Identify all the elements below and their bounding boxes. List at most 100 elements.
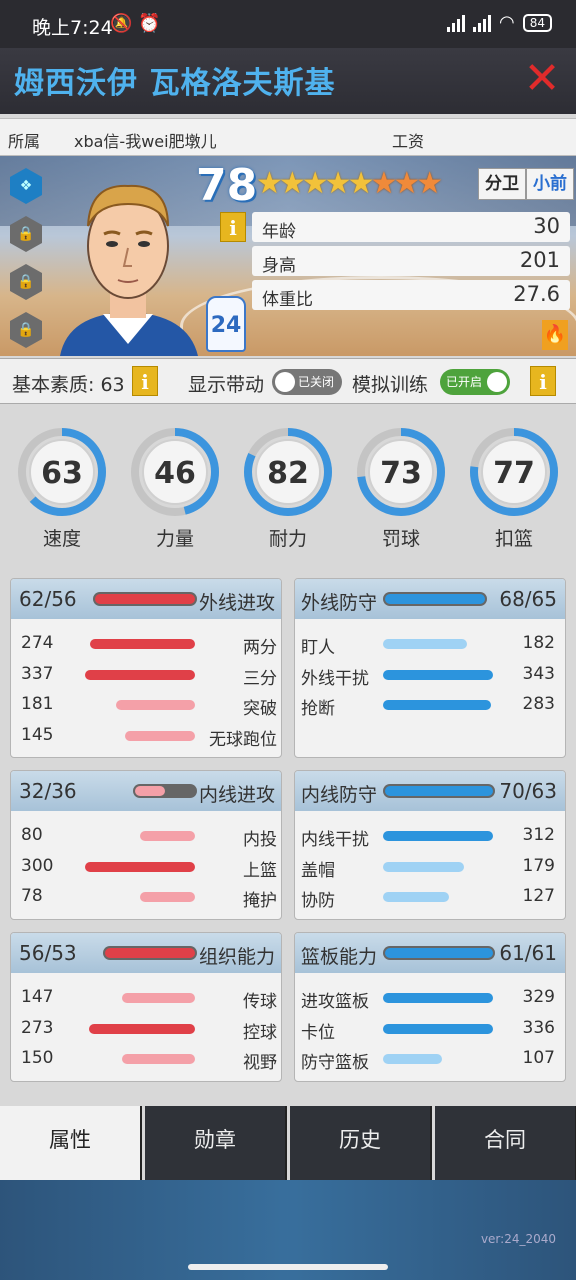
attribute-label: 控球 bbox=[243, 1022, 277, 1043]
active-badge-icon[interactable]: ❖ bbox=[10, 168, 42, 204]
gauge-label: 扣篮 bbox=[494, 528, 533, 550]
attribute-value: 336 bbox=[522, 1017, 555, 1038]
panel-header-fill bbox=[135, 786, 165, 796]
attribute-label: 防守篮板 bbox=[301, 1053, 369, 1073]
attribute-label: 传球 bbox=[243, 992, 277, 1012]
star-rating: ★★★★★★★★ bbox=[256, 166, 443, 201]
attribute-value: 273 bbox=[21, 1017, 54, 1038]
attribute-bar bbox=[140, 831, 195, 841]
lock-icon[interactable]: 🔒 bbox=[10, 264, 42, 300]
panel-name: 篮板能力 bbox=[301, 946, 378, 968]
position-secondary-button[interactable]: 小前 bbox=[526, 168, 574, 200]
battery-icon: 84 bbox=[522, 13, 552, 32]
attribute-bar bbox=[383, 892, 449, 902]
panel-header-fill bbox=[385, 594, 485, 604]
panel-score: 70/63 bbox=[499, 779, 557, 803]
panel-outside-offense: 62/56 外线进攻 274 两分 337 三分 181 突破 145 无球跑位 bbox=[10, 578, 282, 758]
attribute-bar bbox=[85, 861, 195, 872]
attribute-row: 336 卡位 bbox=[295, 1014, 565, 1044]
attribute-bar bbox=[383, 669, 493, 680]
attribute-row: 312 内线干扰 bbox=[295, 821, 565, 851]
attribute-label: 无球跑位 bbox=[209, 729, 277, 750]
panel-header-bar bbox=[383, 592, 487, 606]
attribute-row: 337 三分 bbox=[11, 660, 281, 690]
gesture-bar[interactable] bbox=[188, 1264, 388, 1270]
gauge-strength: 46 力量 bbox=[129, 426, 221, 551]
panel-name: 外线进攻 bbox=[198, 592, 275, 614]
sim-training-toggle[interactable]: 已开启 bbox=[440, 369, 510, 395]
attribute-value: 127 bbox=[522, 886, 555, 906]
attribute-bar bbox=[125, 730, 195, 741]
status-icons-left: 🔕⏰ bbox=[110, 13, 167, 34]
player-card: ❖ 🔒 🔒 🔒 78 ★★★★★★★★ 分卫 小前 i 年龄 30 身高 201… bbox=[0, 156, 576, 356]
player-info-icon[interactable]: i bbox=[220, 212, 246, 242]
version-label: ver:24_2040 bbox=[480, 1232, 556, 1246]
fire-icon[interactable]: 🔥 bbox=[542, 320, 568, 350]
attribute-bar bbox=[89, 1023, 195, 1034]
panel-header-bar bbox=[383, 946, 495, 960]
attribute-bar bbox=[122, 1054, 195, 1064]
stat-weight-ratio: 体重比 27.6 bbox=[252, 280, 570, 310]
attribute-row: 107 防守篮板 bbox=[295, 1044, 565, 1074]
attribute-value: 337 bbox=[21, 663, 54, 684]
panel-score: 68/65 bbox=[499, 587, 557, 611]
attribute-bar bbox=[383, 1023, 493, 1034]
panel-outside-defense: 外线防守 68/65 182 盯人 343 外线干扰 283 抢断 bbox=[294, 578, 566, 758]
tab-medals[interactable]: 勋章 bbox=[145, 1106, 287, 1180]
panel-name: 内线防守 bbox=[301, 784, 378, 806]
close-icon[interactable]: ✕ bbox=[522, 56, 562, 102]
team-info-row: 所属 xba信-我wei肥墩儿 工资 bbox=[0, 118, 576, 156]
toggle-state: 已关闭 bbox=[298, 375, 335, 389]
attribute-row: 150 视野 bbox=[11, 1044, 281, 1074]
attribute-label: 协防 bbox=[301, 891, 335, 911]
attribute-label: 外线干扰 bbox=[301, 668, 369, 689]
panel-header: 内线防守 70/63 bbox=[295, 771, 565, 811]
attribute-value: 343 bbox=[522, 663, 555, 684]
panel-name: 组织能力 bbox=[198, 946, 275, 968]
panel-inside-offense: 32/36 内线进攻 80 内投 300 上篮 78 掩护 bbox=[10, 770, 282, 920]
stat-label: 年龄 bbox=[262, 222, 296, 242]
panel-header: 56/53 组织能力 bbox=[11, 933, 281, 973]
attribute-label: 盯人 bbox=[301, 638, 335, 658]
lock-icon[interactable]: 🔒 bbox=[10, 216, 42, 252]
attribute-row: 147 传球 bbox=[11, 983, 281, 1013]
sim-training-label: 模拟训练 bbox=[352, 374, 429, 396]
tab-history[interactable]: 历史 bbox=[290, 1106, 432, 1180]
gauge-value: 73 bbox=[380, 456, 422, 491]
attribute-bar bbox=[383, 861, 464, 872]
tab-attributes[interactable]: 属性 bbox=[0, 1106, 142, 1180]
quality-info-icon[interactable]: i bbox=[132, 366, 158, 396]
lock-icon[interactable]: 🔒 bbox=[10, 312, 42, 348]
attribute-row: 80 内投 bbox=[11, 821, 281, 851]
attribute-bar bbox=[383, 639, 467, 649]
overall-rating: 78 bbox=[196, 160, 258, 211]
position-primary-button[interactable]: 分卫 bbox=[478, 168, 526, 200]
status-icons-right: ◠ 84 bbox=[447, 12, 552, 33]
gauge-value: 46 bbox=[154, 456, 196, 491]
attribute-label: 内线干扰 bbox=[301, 830, 369, 850]
show-dribble-toggle[interactable]: 已关闭 bbox=[272, 369, 342, 395]
attribute-label: 两分 bbox=[243, 638, 277, 658]
attribute-row: 283 抢断 bbox=[295, 690, 565, 720]
attribute-value: 80 bbox=[21, 825, 43, 845]
gauge-dunk: 77 扣篮 bbox=[468, 426, 560, 551]
panel-score: 62/56 bbox=[19, 587, 77, 611]
team-label: 所属 bbox=[8, 132, 41, 151]
player-avatar bbox=[60, 184, 198, 356]
panel-rebounding: 篮板能力 61/61 329 进攻篮板 336 卡位 107 防守篮板 bbox=[294, 932, 566, 1082]
attribute-row: 343 外线干扰 bbox=[295, 660, 565, 690]
attribute-value: 312 bbox=[522, 825, 555, 845]
attribute-row: 300 上篮 bbox=[11, 852, 281, 882]
attribute-label: 上篮 bbox=[243, 860, 277, 881]
training-info-icon[interactable]: i bbox=[530, 366, 556, 396]
gauge-label: 耐力 bbox=[268, 528, 307, 550]
panel-header-fill bbox=[95, 594, 195, 604]
stat-value: 201 bbox=[519, 248, 560, 272]
hd-signal-icon bbox=[473, 14, 491, 32]
attribute-label: 三分 bbox=[243, 668, 277, 689]
mute-icon: 🔕 bbox=[110, 13, 139, 34]
battery-level: 84 bbox=[529, 15, 545, 30]
tab-contract[interactable]: 合同 bbox=[435, 1106, 576, 1180]
stat-age: 年龄 30 bbox=[252, 212, 570, 242]
gold-stars: ★★★★★ bbox=[256, 166, 375, 201]
